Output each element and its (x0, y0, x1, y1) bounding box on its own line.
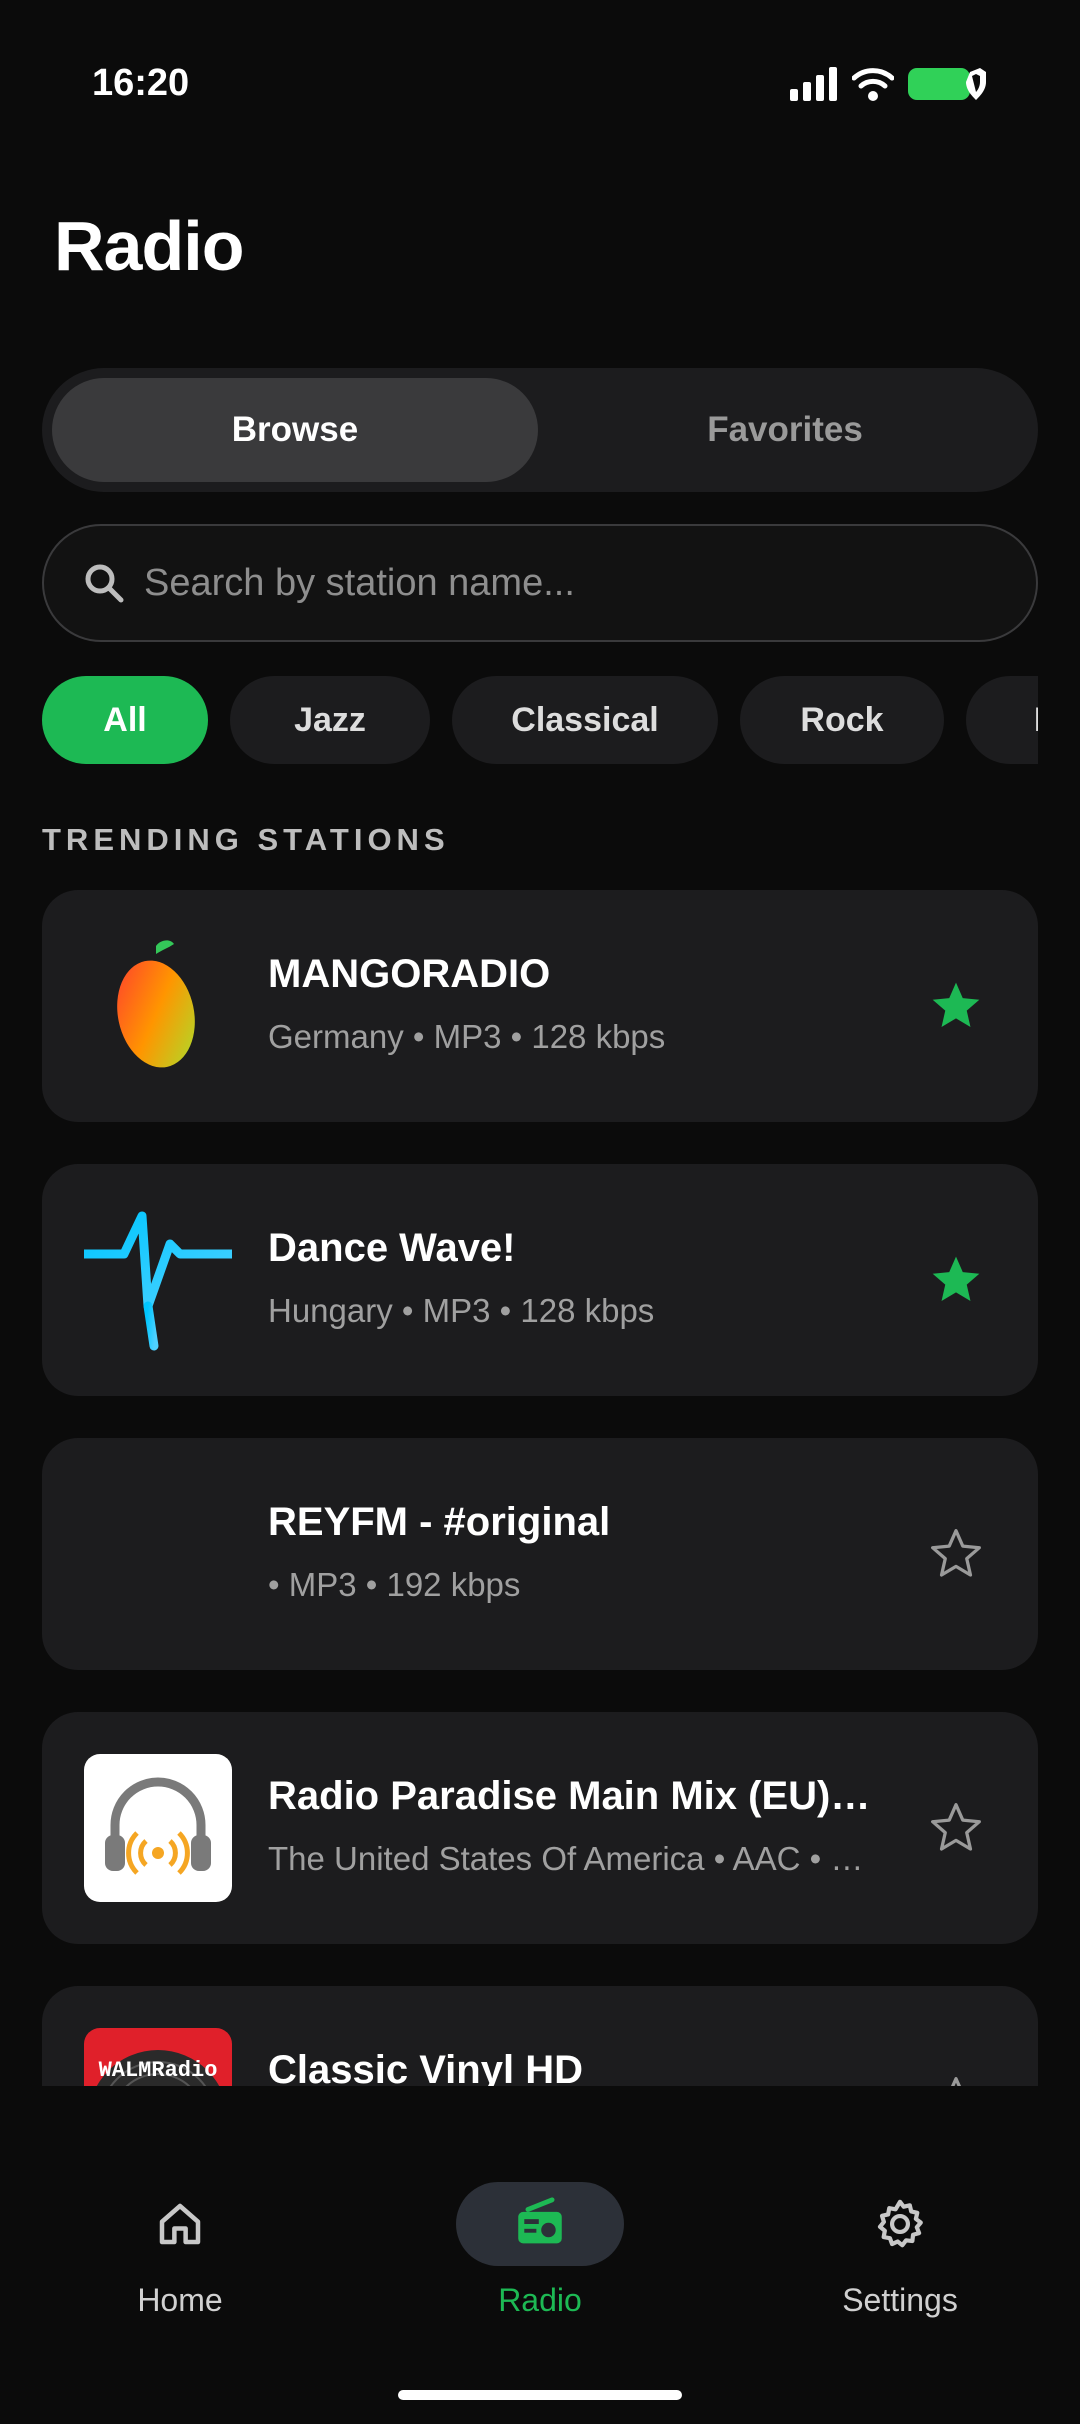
nav-settings-pill (816, 2182, 984, 2266)
station-card[interactable]: Radio Paradise Main Mix (EU) … The Unite… (42, 1712, 1038, 1944)
status-time: 16:20 (92, 62, 190, 104)
wave-logo (84, 1206, 232, 1354)
nav-home-pill (96, 2182, 264, 2266)
station-meta: Germany • MP3 • 128 kbps (268, 1018, 666, 1055)
signal-icon (790, 67, 837, 101)
tab-favorites[interactable]: Favorites (542, 378, 1028, 482)
station-card[interactable]: WALMRadio Classic Vinyl HD (42, 1986, 1038, 2086)
star-outline-icon[interactable] (926, 1524, 986, 1584)
favorite-star-icon[interactable] (926, 1250, 986, 1310)
status-bar: 16:20 (0, 0, 1080, 170)
favorite-star-icon[interactable] (926, 976, 986, 1036)
station-card[interactable]: Dance Wave! Hungary • MP3 • 128 kbps (42, 1164, 1038, 1396)
chip-all[interactable]: All (42, 676, 208, 764)
nav-home[interactable]: Home (50, 2182, 310, 2319)
mango-logo (84, 932, 232, 1080)
walmradio-logo: WALMRadio (84, 2028, 232, 2086)
wifi-icon (852, 68, 894, 101)
star-outline-icon[interactable] (926, 1798, 986, 1858)
nav-settings[interactable]: Settings (770, 2182, 1030, 2319)
browse-favorites-toggle: Browse Favorites (42, 368, 1038, 492)
chip-classical[interactable]: Classical (452, 676, 718, 764)
headphones-logo (84, 1754, 232, 1902)
station-card[interactable]: MANGORADIO Germany • MP3 • 128 kbps (42, 890, 1038, 1122)
nav-settings-label: Settings (842, 2282, 958, 2318)
home-indicator (398, 2390, 682, 2400)
bottom-nav: Home Radio Settings (0, 2086, 1080, 2424)
station-meta: • MP3 • 192 kbps (268, 1566, 521, 1603)
star-outline-icon[interactable] (926, 2072, 986, 2086)
station-name: Classic Vinyl HD (268, 2048, 583, 2086)
genre-chips: All Jazz Classical Rock Pop (42, 676, 1038, 764)
home-icon (159, 2203, 201, 2245)
station-name: Dance Wave! (268, 1226, 516, 1270)
station-name: Radio Paradise Main Mix (EU) … (268, 1774, 878, 1818)
station-name: REYFM - #original (268, 1500, 611, 1544)
station-meta: The United States Of America • AAC • … (268, 1840, 864, 1877)
radio-icon (518, 2197, 562, 2244)
gear-icon (877, 2199, 923, 2248)
search-input[interactable] (144, 561, 964, 605)
nav-radio[interactable]: Radio (410, 2182, 670, 2319)
station-list[interactable]: MANGORADIO Germany • MP3 • 128 kbps Danc… (0, 890, 1080, 2086)
walmradio-logo-text: WALMRadio (99, 2058, 218, 2083)
chip-rock[interactable]: Rock (740, 676, 944, 764)
chip-pop[interactable]: Pop (966, 676, 1038, 764)
tab-browse[interactable]: Browse (52, 378, 538, 482)
status-icons (790, 66, 990, 102)
empty-logo (84, 1480, 232, 1628)
chip-jazz[interactable]: Jazz (230, 676, 430, 764)
station-card[interactable]: REYFM - #original • MP3 • 192 kbps (42, 1438, 1038, 1670)
section-label: TRENDING STATIONS (42, 822, 450, 857)
search-icon (85, 564, 124, 603)
nav-radio-label: Radio (498, 2282, 582, 2318)
station-meta: Hungary • MP3 • 128 kbps (268, 1292, 655, 1329)
search-bar (42, 524, 1038, 642)
station-name: MANGORADIO (268, 952, 551, 996)
battery-shield-icon (908, 68, 986, 100)
page-title: Radio (54, 207, 244, 285)
nav-home-label: Home (137, 2282, 223, 2318)
nav-radio-pill (456, 2182, 624, 2266)
